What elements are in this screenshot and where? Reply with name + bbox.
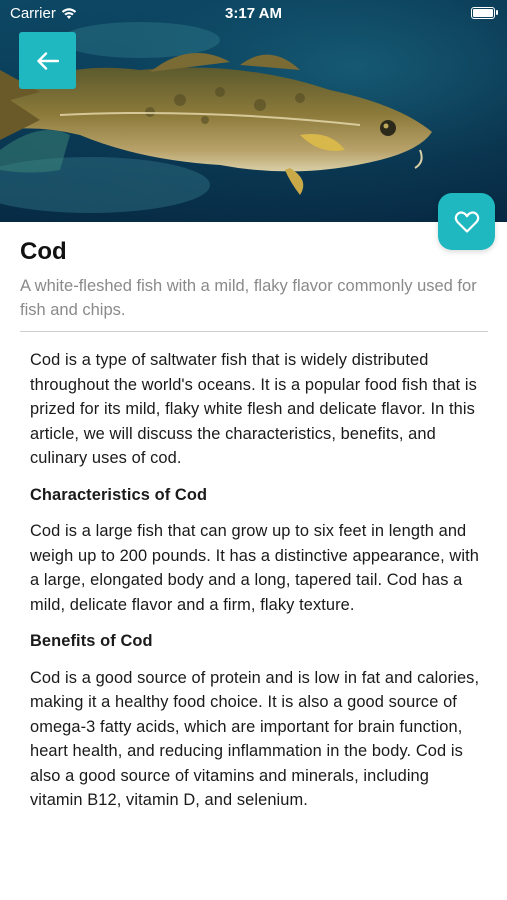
status-time: 3:17 AM	[225, 5, 282, 22]
fish-illustration	[0, 0, 507, 222]
article-intro: Cod is a type of saltwater fish that is …	[30, 351, 477, 467]
heart-outline-icon	[454, 210, 479, 233]
fish-title: Cod	[20, 238, 67, 265]
back-button[interactable]	[19, 32, 76, 89]
section-heading-characteristics: Characteristics of Cod	[30, 485, 208, 504]
favorite-button[interactable]	[438, 193, 495, 250]
article-body: Cod is a type of saltwater fish that is …	[30, 348, 485, 825]
divider	[20, 331, 488, 332]
section-heading-benefits: Benefits of Cod	[30, 632, 153, 650]
hero-image	[0, 0, 507, 222]
battery-icon	[471, 7, 498, 19]
section-body-characteristics: Cod is a large fish that can grow up to …	[30, 522, 479, 614]
section-body-benefits: Cod is a good source of protein and is l…	[30, 668, 480, 810]
status-bar: Carrier 3:17 AM	[0, 0, 507, 28]
fish-summary: A white-fleshed fish with a mild, flaky …	[20, 277, 477, 319]
arrow-left-icon	[36, 51, 59, 70]
